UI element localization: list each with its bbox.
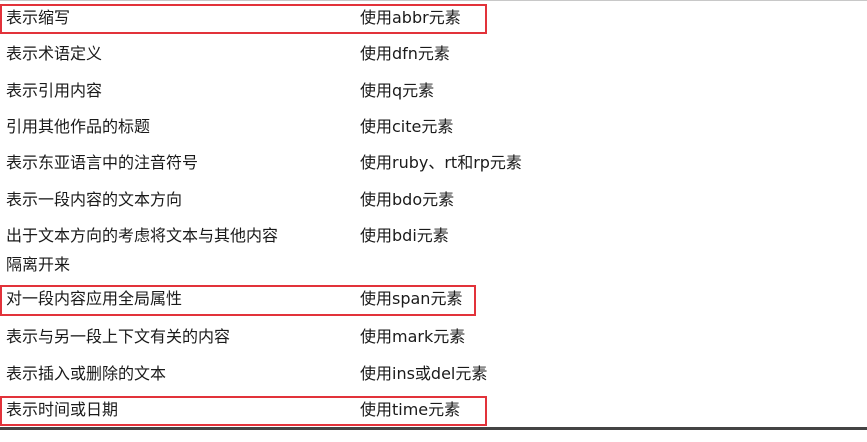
- element-cell: 使用span元素: [360, 289, 463, 308]
- task-cell: 表示引用内容: [6, 81, 103, 100]
- task-cell: 表示东亚语言中的注音符号: [6, 153, 199, 172]
- task-cell: 表示术语定义: [6, 44, 103, 63]
- element-cell: 使用dfn元素: [360, 44, 450, 63]
- bottom-rule: [0, 427, 867, 430]
- element-cell: 使用q元素: [360, 81, 435, 100]
- element-cell: 使用time元素: [360, 400, 461, 419]
- task-cell: 表示一段内容的文本方向: [6, 190, 183, 209]
- element-cell: 使用abbr元素: [360, 8, 461, 27]
- task-cell: 表示与另一段上下文有关的内容: [6, 327, 231, 346]
- task-cell: 出于文本方向的考虑将文本与其他内容 隔离开来: [6, 226, 279, 274]
- element-cell: 使用mark元素: [360, 327, 466, 346]
- top-rule: [0, 0, 867, 1]
- task-cell: 表示缩写: [6, 8, 71, 27]
- task-cell: 引用其他作品的标题: [6, 117, 151, 136]
- element-cell: 使用ins或del元素: [360, 364, 488, 383]
- element-cell: 使用bdo元素: [360, 190, 455, 209]
- task-cell: 表示时间或日期: [6, 400, 119, 419]
- element-cell: 使用cite元素: [360, 117, 454, 136]
- element-cell: 使用ruby、rt和rp元素: [360, 153, 522, 172]
- element-cell: 使用bdi元素: [360, 226, 449, 245]
- task-cell: 对一段内容应用全局属性: [6, 289, 183, 308]
- task-cell: 表示插入或删除的文本: [6, 364, 167, 383]
